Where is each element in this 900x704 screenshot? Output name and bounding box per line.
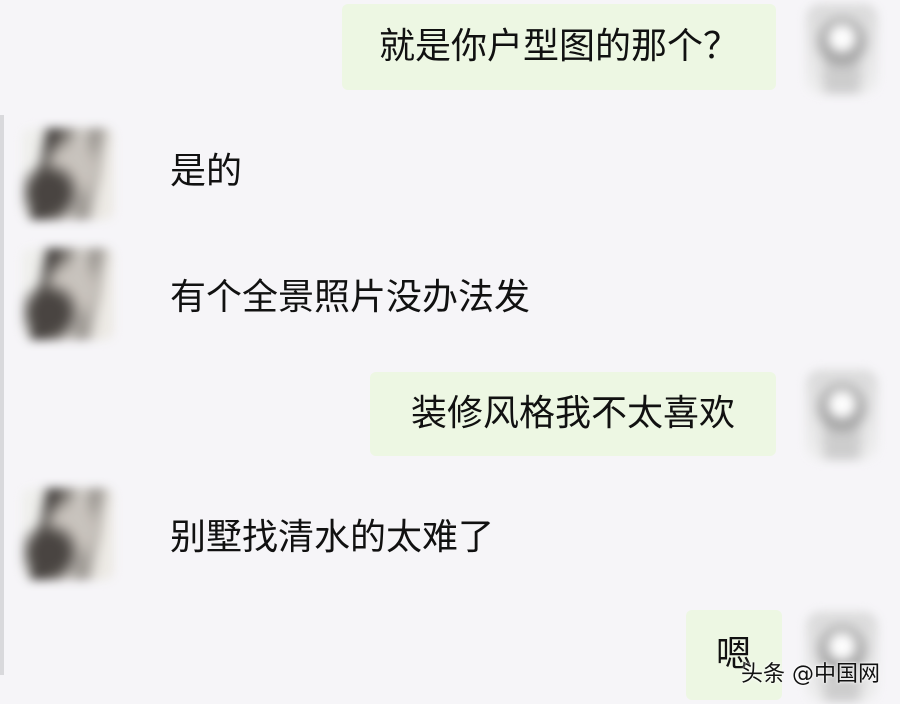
incoming-message-bubble[interactable]: 别墅找清水的太难了 (170, 520, 494, 556)
contact-avatar[interactable] (22, 248, 114, 340)
watermark-text: 头条 @中国网 (741, 662, 880, 687)
outgoing-message-bubble[interactable]: 就是你户型图的那个？ (342, 4, 776, 90)
message-row-4: 装修风格我不太喜欢 (0, 366, 900, 466)
message-text: 装修风格我不太喜欢 (410, 393, 735, 434)
message-text: 就是你户型图的那个？ (378, 26, 739, 67)
message-row-2: 是的 (0, 120, 900, 220)
source-watermark: 头条 @中国网 (741, 656, 880, 688)
message-row-3: 有个全景照片没办法发 (0, 242, 900, 342)
message-row-1: 就是你户型图的那个？ (0, 2, 900, 94)
contact-avatar[interactable] (22, 128, 114, 220)
message-text: 是的 (170, 151, 243, 192)
message-row-6: 嗯 (0, 604, 900, 704)
incoming-message-bubble[interactable]: 有个全景照片没办法发 (170, 280, 530, 316)
user-avatar[interactable] (806, 370, 878, 460)
user-avatar[interactable] (806, 4, 878, 94)
message-text: 别墅找清水的太难了 (170, 517, 495, 558)
contact-avatar[interactable] (22, 488, 114, 580)
outgoing-message-bubble[interactable]: 装修风格我不太喜欢 (370, 372, 776, 456)
message-text: 有个全景照片没办法发 (170, 277, 531, 318)
incoming-message-bubble[interactable]: 是的 (170, 154, 242, 190)
message-row-5: 别墅找清水的太难了 (0, 486, 900, 586)
